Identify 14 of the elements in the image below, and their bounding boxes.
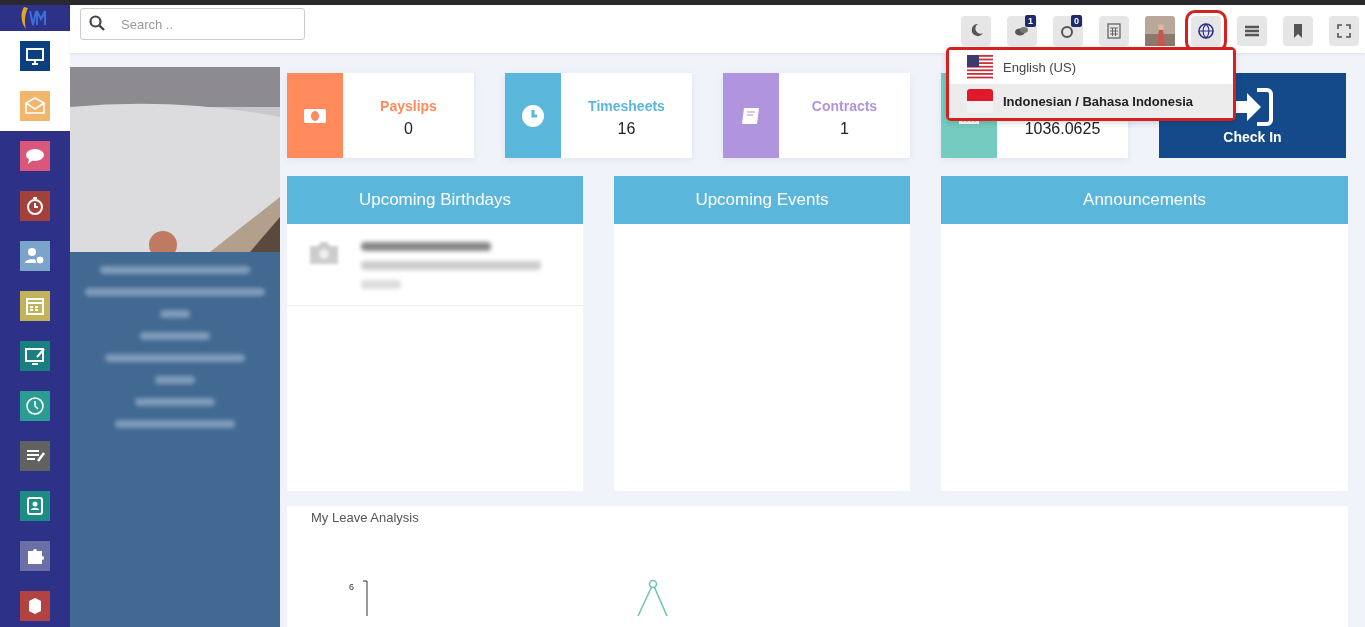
card-label: Payslips: [380, 97, 437, 114]
card-value: 1: [840, 119, 849, 138]
axis-tick-label: 6: [349, 582, 354, 592]
card-value: 0: [404, 119, 413, 138]
card-label: Timesheets: [588, 97, 665, 114]
card-value: 16: [617, 119, 636, 138]
panel-header: Upcoming Events: [614, 176, 910, 224]
card-label: Contracts: [811, 97, 878, 114]
panel-header: Announcements: [941, 176, 1348, 224]
chart-title: My Leave Analysis: [311, 510, 420, 525]
notification-badge: 1: [1025, 14, 1036, 27]
card-value: 1036.0625: [1024, 119, 1101, 138]
panel-header: Upcoming Birthdays: [287, 176, 583, 224]
notification-badge: 0: [1071, 14, 1082, 27]
